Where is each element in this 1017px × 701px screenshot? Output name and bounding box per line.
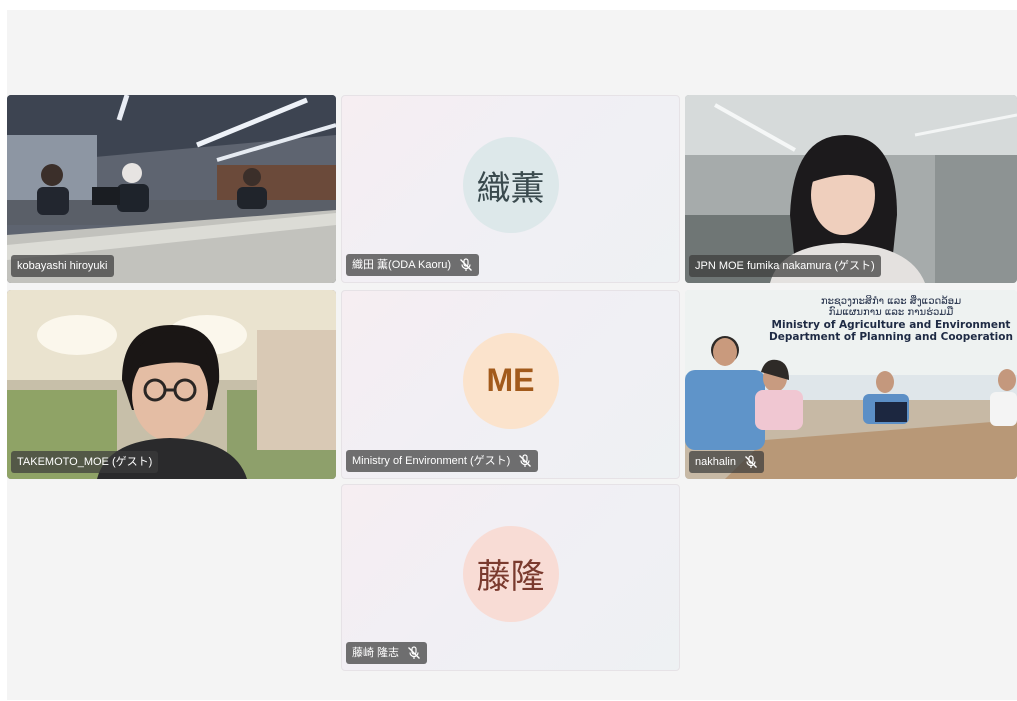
video-tile-takemoto[interactable]: TAKEMOTO_MOE (ゲスト) [7,290,336,479]
video-tile-nakamura[interactable]: JPN MOE fumika nakamura (ゲスト) [685,95,1017,283]
mic-off-icon [459,258,473,272]
participant-name: Ministry of Environment (ゲスト) [352,455,511,467]
banner: ກະຊວງກະສິກຳ ແລະ ສິ່ງແວດລ້ອມ ກົມແຜນການ ແລ… [765,296,1017,343]
avatar-tile-oda[interactable]: 織薫 織田 薫(ODA Kaoru) [341,95,680,283]
avatar: 織薫 [462,137,559,234]
mic-off-icon [407,646,421,660]
avatar: 藤隆 [462,525,559,622]
avatar-initials: 織薫 [476,168,545,209]
participant-name-tag: 織田 薫(ODA Kaoru) [346,254,480,276]
participant-name-tag: kobayashi hiroyuki [11,255,114,277]
participant-name: 織田 薫(ODA Kaoru) [352,259,452,271]
participant-name: kobayashi hiroyuki [17,260,108,272]
meeting-stage: kobayashi hiroyuki 織薫 織田 薫(ODA Kaoru) JP… [7,10,1017,700]
participant-name-tag: TAKEMOTO_MOE (ゲスト) [11,451,159,473]
participant-name: nakhalin [695,456,736,468]
avatar-initials: 藤隆 [476,557,545,598]
banner-line-3: Ministry of Agriculture and Environment [771,319,1011,331]
participant-name-tag: nakhalin [689,451,764,473]
banner-lao-line-2: ກົມແຜນການ ແລະ ການຮ່ວມມື [828,307,954,318]
avatar: ME [462,332,559,429]
participant-name: TAKEMOTO_MOE (ゲスト) [17,456,153,468]
mic-off-icon [744,455,758,469]
participant-name-tag: Ministry of Environment (ゲスト) [346,450,539,472]
avatar-tile-ministry-of-environment[interactable]: ME Ministry of Environment (ゲスト) [341,290,680,479]
mic-off-icon [518,454,532,468]
participant-name: 藤崎 隆志 [352,647,400,659]
avatar-tile-fujisaki[interactable]: 藤隆 藤崎 隆志 [341,484,680,671]
avatar-initials: ME [486,362,535,399]
participant-name: JPN MOE fumika nakamura (ゲスト) [695,260,875,272]
banner-lao-line-1: ກະຊວງກະສິກຳ ແລະ ສິ່ງແວດລ້ອມ [820,296,962,307]
video-tile-nakhalin[interactable]: ກະຊວງກະສິກຳ ແລະ ສິ່ງແວດລ້ອມ ກົມແຜນການ ແລ… [685,290,1017,479]
banner-line-4: Department of Planning and Cooperation [769,331,1013,343]
participant-name-tag: JPN MOE fumika nakamura (ゲスト) [689,255,881,277]
video-tile-kobayashi[interactable]: kobayashi hiroyuki [7,95,336,283]
participant-name-tag: 藤崎 隆志 [346,642,428,664]
